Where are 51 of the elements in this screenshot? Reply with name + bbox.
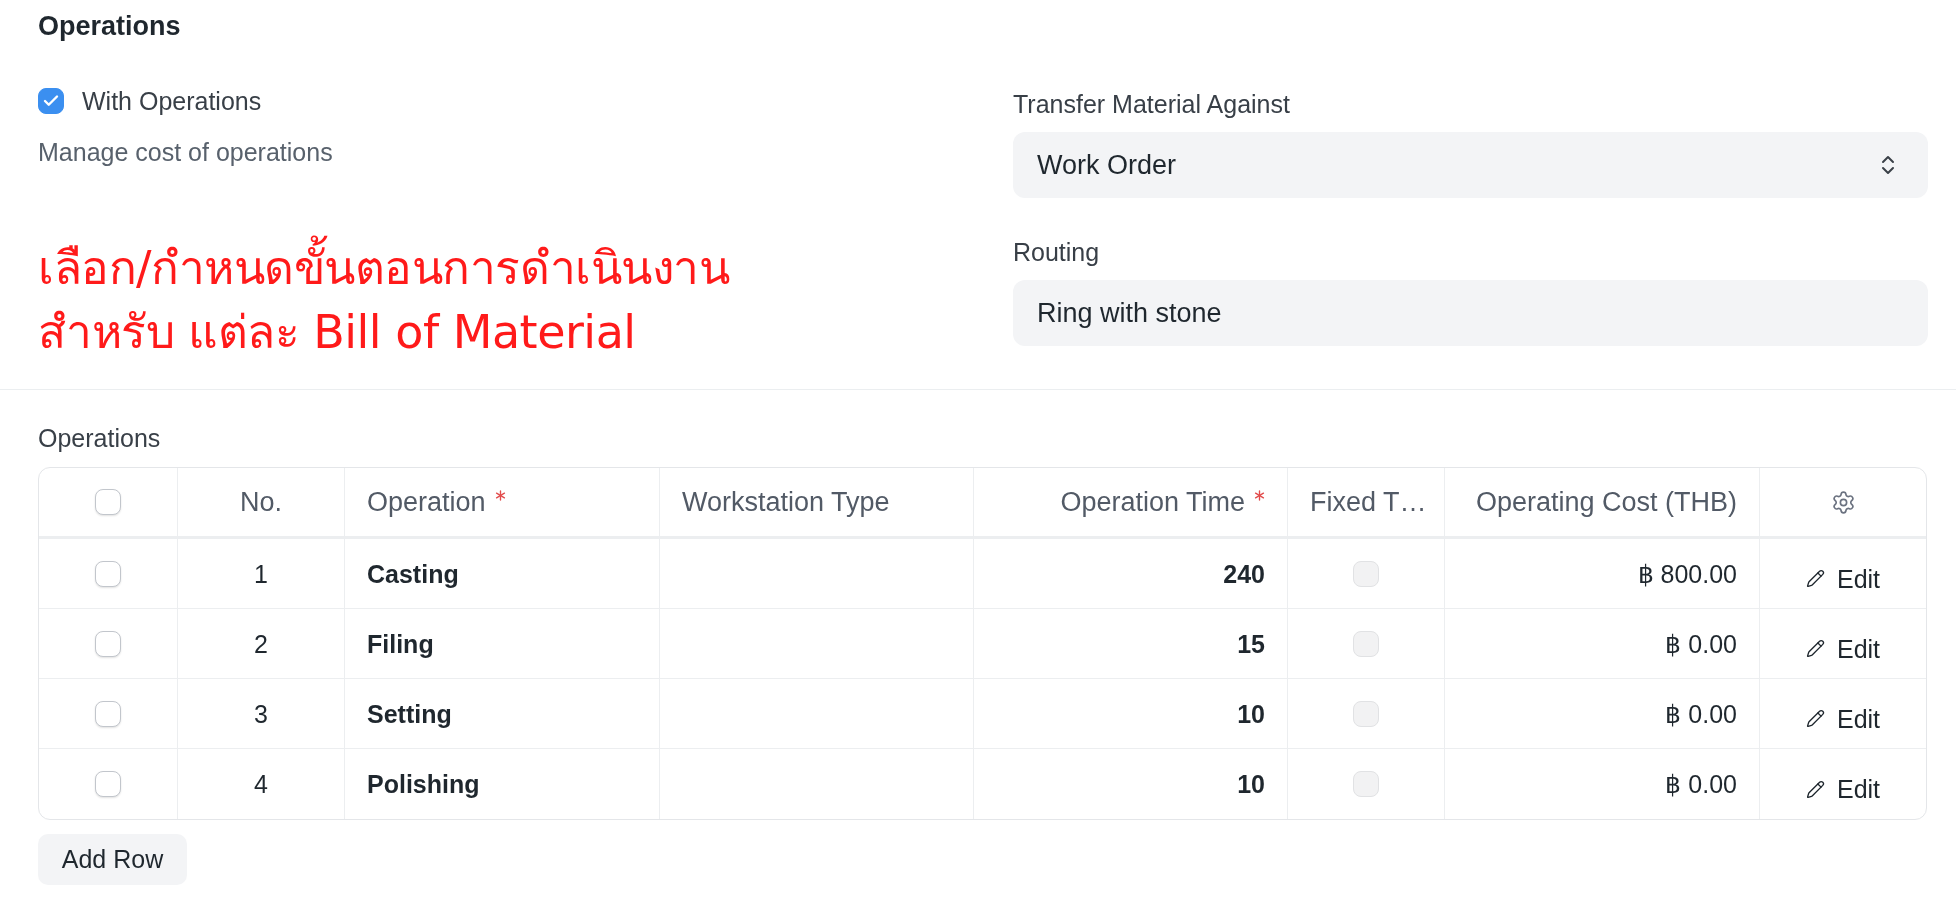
annotation-text: เลือก/กำหนดขั้นตอนการดำเนินงาน สำหรับ แต่ละ Bill of Material <box>38 236 730 364</box>
column-header: Operation <box>367 487 486 517</box>
operating-cost: ฿ 800.00 <box>1637 558 1737 589</box>
operating-cost: ฿ 0.00 <box>1665 698 1737 729</box>
column-header: Fixed T… <box>1310 487 1427 517</box>
operation-name: Setting <box>367 698 452 729</box>
edit-button[interactable]: Edit <box>1801 701 1885 736</box>
row-checkbox[interactable] <box>95 700 121 727</box>
operation-time: 240 <box>1223 558 1265 589</box>
section-heading: Operations <box>38 11 181 41</box>
row-checkbox[interactable] <box>95 630 121 657</box>
table-checkbox[interactable] <box>1353 700 1379 727</box>
row-checkbox[interactable] <box>95 771 121 797</box>
pencil-icon <box>1805 639 1825 658</box>
row-number: 4 <box>254 769 268 799</box>
settings-icon[interactable] <box>1830 489 1856 515</box>
checkbox-label: With Operations <box>82 88 262 114</box>
column-header: Operating Cost (THB) <box>1475 487 1737 517</box>
column-header: No. <box>240 487 282 517</box>
add-row-button[interactable]: Add Row <box>38 834 187 885</box>
column-header: Operation Time <box>1060 487 1245 517</box>
edit-button[interactable]: Edit <box>1801 631 1885 666</box>
checkbox[interactable] <box>38 88 64 114</box>
pencil-icon <box>1805 569 1825 588</box>
operation-name: Filing <box>367 628 434 659</box>
operating-cost: ฿ 0.00 <box>1665 628 1737 659</box>
pencil-icon <box>1805 779 1825 799</box>
select-all-checkbox[interactable] <box>95 489 121 515</box>
input-field[interactable]: Ring with stone <box>1013 280 1928 346</box>
operation-time: 15 <box>1237 628 1265 659</box>
field-label: Routing <box>1013 239 1100 265</box>
pencil-icon <box>1805 709 1825 728</box>
operating-cost: ฿ 0.00 <box>1665 769 1737 799</box>
column-header: Workstation Type <box>682 487 890 517</box>
operation-time: 10 <box>1237 769 1265 799</box>
field-label: Transfer Material Against <box>1013 91 1290 117</box>
select-field[interactable]: Work Order <box>1013 132 1928 198</box>
table-label: Operations <box>38 425 161 451</box>
field-description: Manage cost of operations <box>38 139 333 165</box>
operation-name: Casting <box>367 558 459 589</box>
edit-button[interactable]: Edit <box>1801 561 1885 596</box>
row-number: 3 <box>254 698 268 729</box>
table-checkbox[interactable] <box>1353 630 1379 657</box>
table-checkbox[interactable] <box>1353 771 1379 797</box>
operation-name: Polishing <box>367 769 480 799</box>
table-checkbox[interactable] <box>1353 560 1379 587</box>
row-number: 2 <box>254 628 268 659</box>
edit-button[interactable]: Edit <box>1801 772 1885 806</box>
row-checkbox[interactable] <box>95 560 121 587</box>
operation-time: 10 <box>1237 698 1265 729</box>
row-number: 1 <box>254 558 268 589</box>
